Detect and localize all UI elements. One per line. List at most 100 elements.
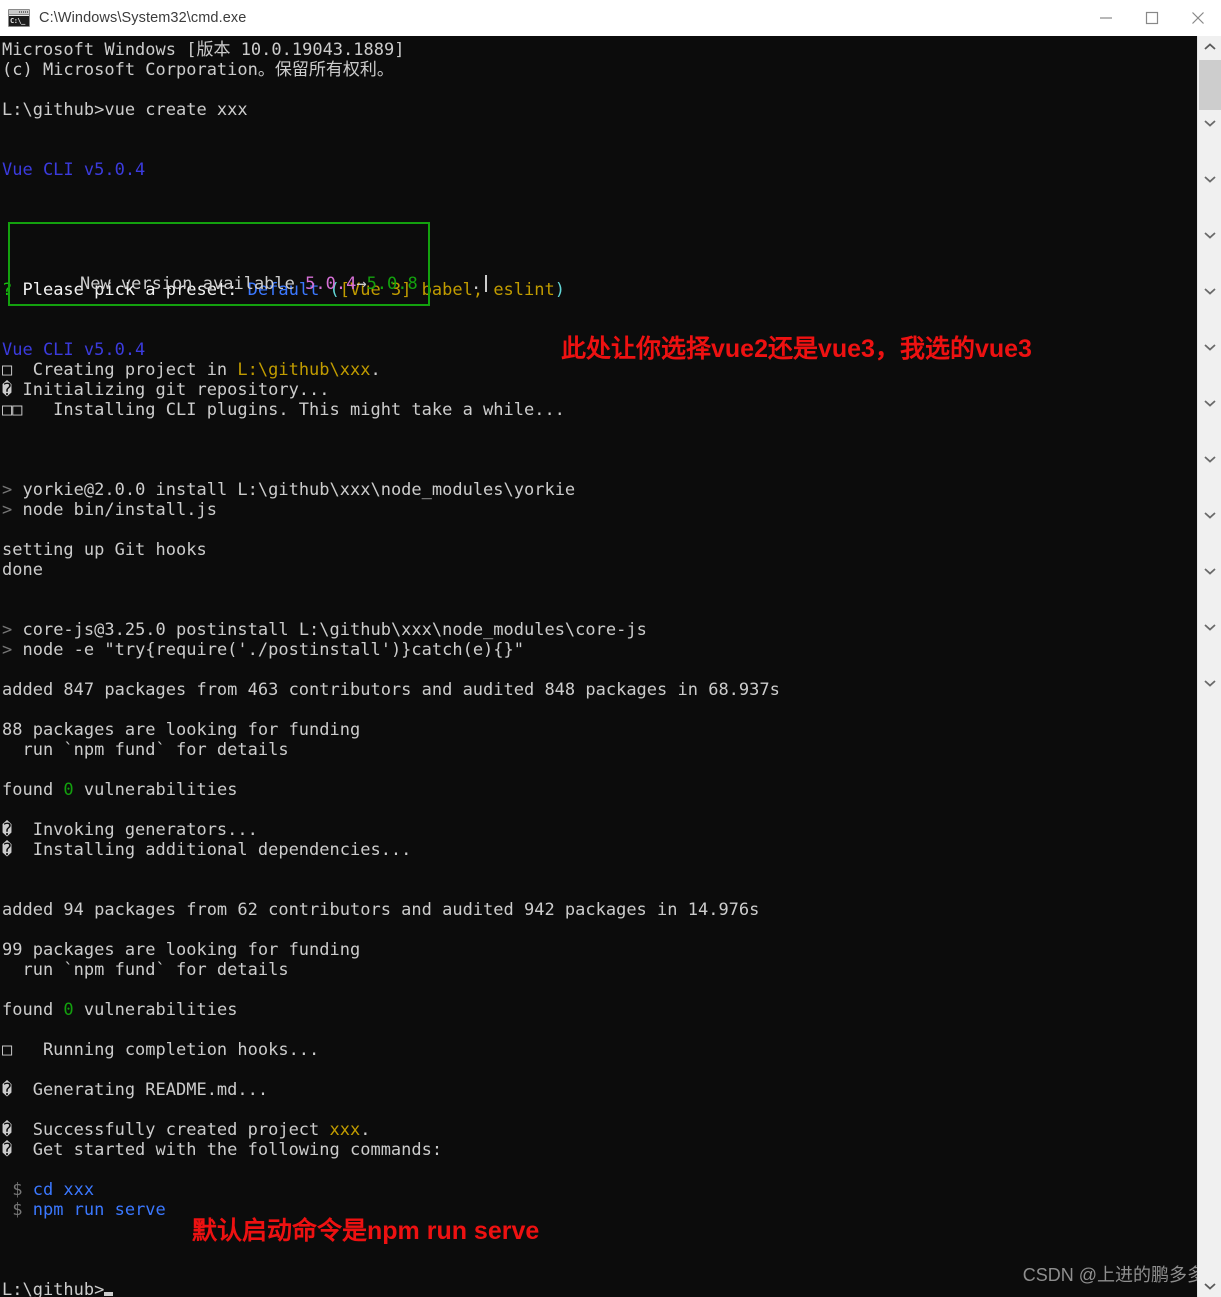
terminal-text: added 94 packages from 62 contributors a… [2,900,760,920]
terminal-text: added 847 packages from 463 contributors… [2,680,780,700]
terminal-line-blank-19 [2,920,1197,940]
text-cursor-block [104,1292,114,1296]
terminal-line-setting-git-hooks: setting up Git hooks [2,540,1197,560]
scrollbar-track-chevron-down-icon [1198,676,1221,690]
terminal-text: � Generating README.md... [2,1080,269,1100]
close-button[interactable] [1175,0,1221,36]
terminal-text: 99 packages are looking for funding [2,940,361,960]
scrollbar-track-chevron-down-icon [1198,284,1221,298]
terminal-line-success-created: � Successfully created project xxx. [2,1120,1197,1140]
terminal-line-blank-25 [2,1220,1197,1240]
text-cursor-bar [485,275,488,292]
terminal-line-cmd-serve: $ npm run serve [2,1200,1197,1220]
terminal-line-funding-99: 99 packages are looking for funding [2,940,1197,960]
scrollbar-track[interactable] [1198,110,1221,1275]
terminal-text: □ Creating project in [2,360,238,380]
terminal-text: . [360,1120,371,1140]
terminal-line-blank-15 [2,760,1197,780]
terminal-text: cd xxx [32,1180,95,1200]
terminal-text: xxx [329,1120,361,1140]
terminal-output[interactable]: Microsoft Windows [版本 10.0.19043.1889] (c… [0,36,1197,1297]
terminal-text: □□ Installing CLI plugins. This might ta… [2,400,565,420]
terminal-line-run-npm-fund-2: run `npm fund` for details [2,960,1197,980]
terminal-text: . [370,360,381,380]
scrollbar-thumb[interactable] [1199,60,1221,110]
terminal-text: $ [2,1200,33,1220]
terminal-text: 0 [63,1000,74,1020]
terminal-line-blank-1 [2,80,1197,100]
minimize-button[interactable] [1083,0,1129,36]
scroll-up-button[interactable] [1198,36,1221,58]
terminal-text: found [2,1000,64,1020]
notice-trailing-dot-and-cursor: . [430,254,488,314]
terminal-line-corejs-postinstall: > core-js@3.25.0 postinstall L:\github\x… [2,620,1197,640]
terminal-window[interactable]: Microsoft Windows [版本 10.0.19043.1889] (c… [0,36,1221,1297]
terminal-line-blank-26 [2,1240,1197,1260]
scroll-down-button[interactable] [1198,1275,1221,1297]
terminal-line-funding-88: 88 packages are looking for funding [2,720,1197,740]
terminal-text: node -e "try{require('./postinstall')}ca… [22,640,524,660]
vertical-scrollbar[interactable] [1197,36,1221,1297]
terminal-line-yorkie-install: > yorkie@2.0.0 install L:\github\xxx\nod… [2,480,1197,500]
terminal-line-blank-9 [2,460,1197,480]
window-controls [1083,0,1221,36]
window-title-bar[interactable]: C:\_ C:\Windows\System32\cmd.exe [0,0,1221,36]
terminal-line-init-git: � Initializing git repository... [2,380,1197,400]
terminal-line-generating-readme: � Generating README.md... [2,1080,1197,1100]
terminal-text: npm run serve [32,1200,166,1220]
annotation-serve-note: 默认启动命令是npm run serve [192,1217,540,1245]
terminal-line-blank-27 [2,1260,1197,1280]
terminal-text: L:\github>vue create xxx [2,100,248,120]
terminal-text: 88 packages are looking for funding [2,720,361,740]
scrollbar-track-chevron-down-icon [1198,620,1221,634]
notice-label: New version available [79,274,306,294]
terminal-line-blank-14 [2,700,1197,720]
terminal-text: (c) Microsoft Corporation。保留所有权利。 [2,60,394,80]
cmd-icon-screen: C:\_ [9,15,29,26]
terminal-line-added-94: added 94 packages from 62 contributors a… [2,900,1197,920]
terminal-line-corejs-node: > node -e "try{require('./postinstall')}… [2,640,1197,660]
terminal-line-get-started: � Get started with the following command… [2,1140,1197,1160]
terminal-text: □ Running completion hooks... [2,1040,320,1060]
cmd-icon-titlebar [9,9,29,15]
terminal-text: � Installing additional dependencies... [2,840,412,860]
chevron-down-icon [1204,1283,1216,1290]
scrollbar-track-chevron-down-icon [1198,116,1221,130]
terminal-line-run-npm-fund-1: run `npm fund` for details [2,740,1197,760]
terminal-text: done [2,560,43,580]
csdn-watermark: CSDN @上进的鹏多多 [1022,1265,1205,1285]
new-version-notice-text: New version available 5.0.4→5.0.8 [39,254,418,314]
maximize-button[interactable] [1129,0,1175,36]
terminal-line-prompt-vue-create: L:\github>vue create xxx [2,100,1197,120]
terminal-line-ms-copyright: (c) Microsoft Corporation。保留所有权利。 [2,60,1197,80]
terminal-text: Microsoft Windows [版本 10.0.19043.1889] [2,40,405,60]
terminal-line-box-mid-1 [2,200,1197,220]
terminal-text: vulnerabilities [73,780,238,800]
terminal-text: run `npm fund` for details [2,740,289,760]
scrollbar-track-chevron-down-icon [1198,228,1221,242]
terminal-line-blank-16 [2,800,1197,820]
terminal-line-blank-8 [2,440,1197,460]
terminal-text: � Invoking generators... [2,820,258,840]
terminal-text: core-js@3.25.0 postinstall L:\github\xxx… [22,620,647,640]
terminal-line-blank-2 [2,120,1197,140]
cmd-icon: C:\_ [8,8,30,27]
terminal-text: � Get started with the following command… [2,1140,443,1160]
